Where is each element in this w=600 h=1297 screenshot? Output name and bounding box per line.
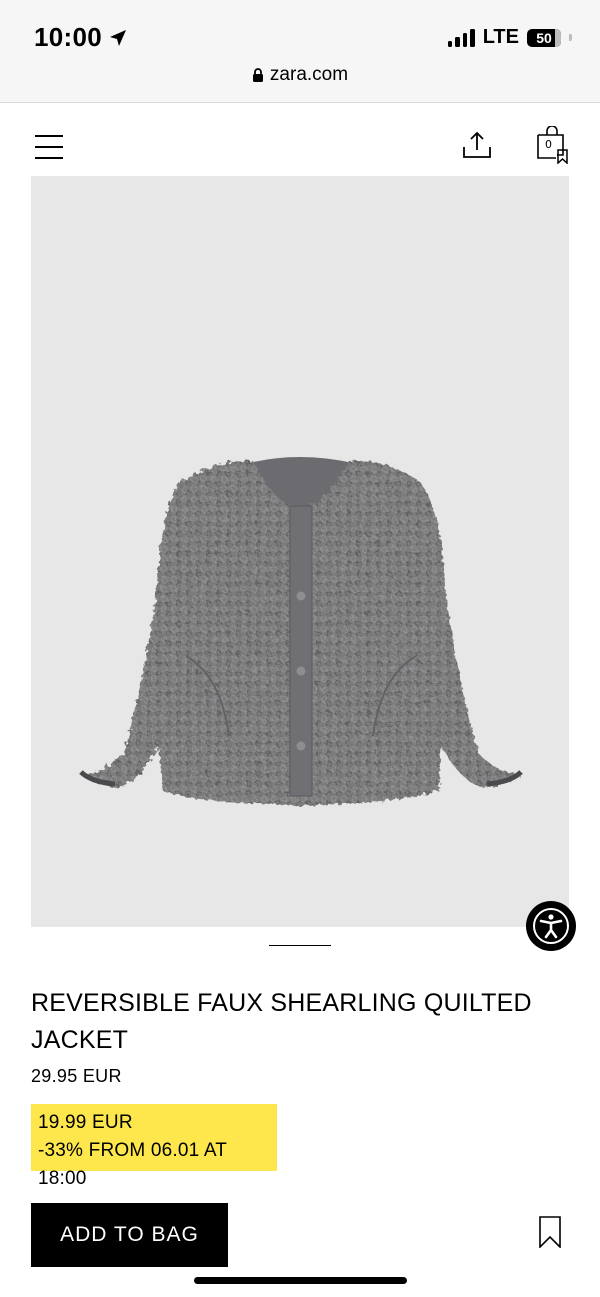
url-text: zara.com <box>269 64 349 85</box>
product-title: REVERSIBLE FAUX SHEARLING QUILTED JACKET <box>31 989 532 1054</box>
share-icon[interactable] <box>462 130 492 160</box>
battery-tip <box>569 34 572 41</box>
promo-box: 19.99 EUR -33% FROM 06.01 AT 18:00 <box>31 1104 277 1189</box>
carousel-indicator <box>269 945 331 946</box>
url-bar[interactable]: zara.com <box>0 64 600 86</box>
battery-level: 50 <box>536 29 552 46</box>
jacket-illustration <box>79 457 523 806</box>
network-label: LTE <box>482 26 519 48</box>
bag-count: 0 <box>545 138 552 151</box>
menu-icon[interactable] <box>35 135 63 161</box>
battery-icon: 50 <box>527 28 561 47</box>
lock-icon <box>252 67 263 82</box>
accessibility-icon <box>533 908 569 944</box>
product-price: 29.95 EUR <box>31 1066 122 1086</box>
bookmark-icon[interactable] <box>539 1216 561 1248</box>
add-to-bag-button[interactable]: ADD TO BAG <box>31 1203 228 1267</box>
location-arrow-icon <box>110 29 126 46</box>
status-time: 10:00 <box>34 22 128 53</box>
home-indicator <box>194 1277 407 1284</box>
discount-text: -33% FROM 06.01 AT 18:00 <box>38 1140 227 1189</box>
signal-icon <box>447 28 475 47</box>
accessibility-button[interactable] <box>526 901 576 951</box>
system-indicators: LTE 50 <box>447 26 572 49</box>
shopping-bag-icon <box>537 125 568 165</box>
product-image[interactable] <box>31 176 569 927</box>
shopping-bag-button[interactable]: 0 <box>536 125 568 165</box>
browser-status-bar: 10:00 LTE 50 zara.com <box>0 0 600 103</box>
sale-price: 19.99 EUR <box>38 1112 133 1133</box>
status-time-text: 10:00 <box>34 22 102 52</box>
